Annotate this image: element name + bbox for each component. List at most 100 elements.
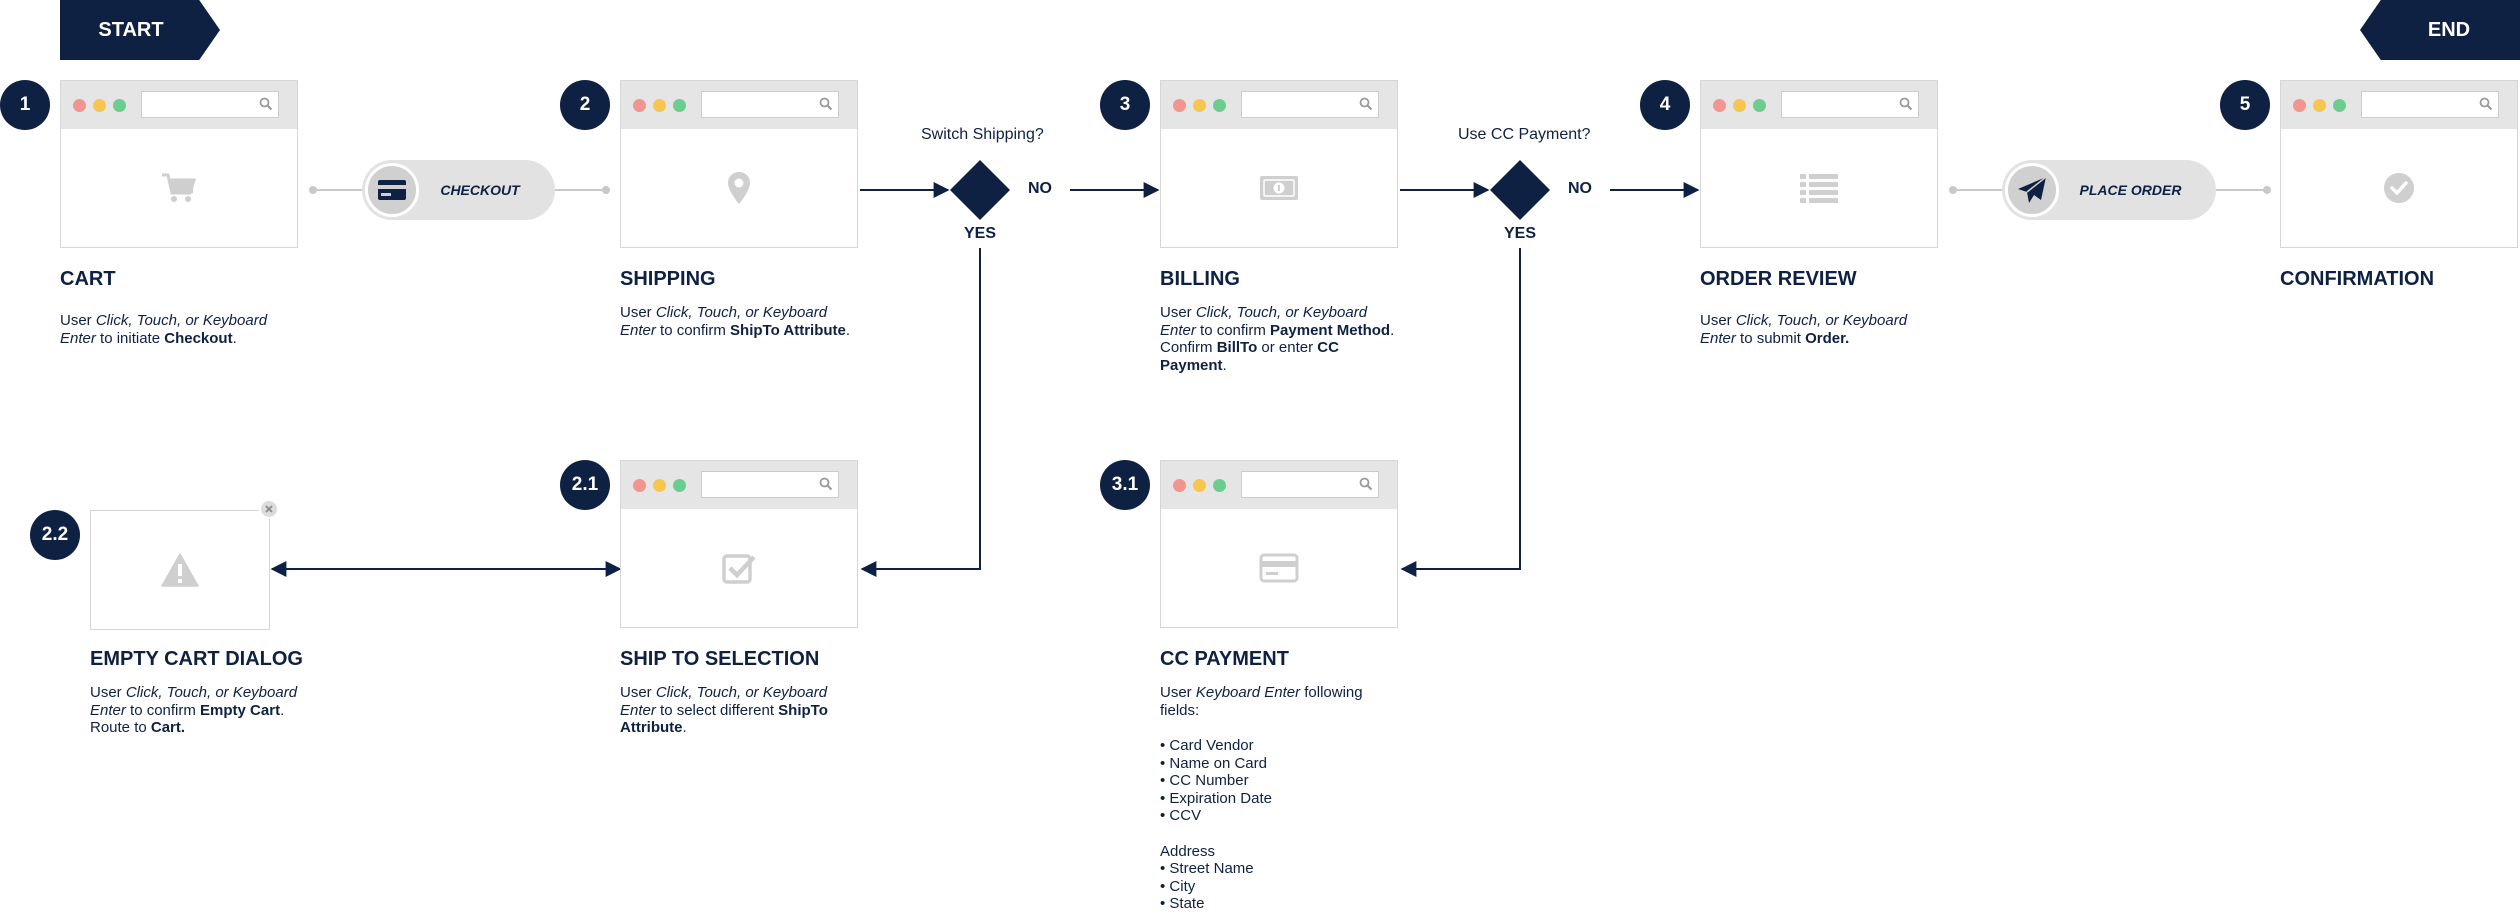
search-box xyxy=(141,91,279,118)
search-icon xyxy=(1359,97,1373,111)
search-icon xyxy=(819,477,833,491)
list-item: • Expiration Date xyxy=(1160,789,1272,807)
empty-cart-dialog-window xyxy=(90,510,270,630)
search-icon xyxy=(819,97,833,111)
minimize-dot xyxy=(1193,479,1206,492)
search-icon xyxy=(1899,97,1913,111)
paper-plane-icon xyxy=(2018,176,2047,203)
credit-card-icon-wrap xyxy=(365,163,419,217)
list-item: • CCV xyxy=(1160,807,1202,824)
start-label: START xyxy=(98,18,164,41)
location-pin-icon xyxy=(728,172,750,204)
paper-plane-icon-wrap xyxy=(2005,163,2059,217)
list-item: • City xyxy=(1160,877,1196,895)
shipping-window xyxy=(620,80,858,248)
browser-bar xyxy=(621,461,857,509)
step-badge-2: 2 xyxy=(560,80,610,130)
step-title-cart: CART xyxy=(60,268,116,290)
browser-bar xyxy=(621,81,857,129)
browser-bar xyxy=(1161,81,1397,129)
cart-description: User Click, Touch, or Keyboard Enter to … xyxy=(60,312,268,347)
warning-icon xyxy=(161,553,199,587)
search-box xyxy=(701,91,839,118)
minimize-dot xyxy=(2313,99,2326,112)
cc-payment-window xyxy=(1160,460,1398,628)
step-title-confirmation: CONFIRMATION xyxy=(2280,268,2435,290)
billing-description: User Click, Touch, or Keyboard Enter to … xyxy=(1160,304,1395,374)
search-icon xyxy=(2479,97,2493,111)
step-title-billing: BILLING xyxy=(1160,268,1240,290)
step-title-shipping: SHIPPING xyxy=(620,268,716,290)
minimize-dot xyxy=(1733,99,1746,112)
cart-window xyxy=(60,80,298,248)
step-title-order-review: ORDER REVIEW xyxy=(1700,268,1857,290)
search-box xyxy=(2361,91,2499,118)
use-cc-question: Use CC Payment? xyxy=(1458,126,1591,143)
checkbox-icon xyxy=(722,554,756,584)
cc-fields-list: • Card Vendor • Name on Card • CC Number… xyxy=(1160,737,1400,825)
browser-bar xyxy=(2281,81,2517,129)
step-title-ship-to-selection: SHIP TO SELECTION xyxy=(620,648,820,670)
billing-window xyxy=(1160,80,1398,248)
close-dot xyxy=(1713,99,1726,112)
close-dot xyxy=(2293,99,2306,112)
close-icon[interactable] xyxy=(259,499,279,519)
search-box xyxy=(1241,91,1379,118)
empty-cart-description: User Click, Touch, or Keyboard Enter to … xyxy=(90,684,298,736)
minimize-dot xyxy=(653,479,666,492)
step-badge-4: 4 xyxy=(1640,80,1690,130)
place-order-action: PLACE ORDER xyxy=(2002,160,2216,220)
minimize-dot xyxy=(653,99,666,112)
list-item: • CC Number xyxy=(1160,772,1249,789)
arrow-yes-to-ship-selection xyxy=(860,248,981,577)
close-dot xyxy=(633,479,646,492)
maximize-dot xyxy=(113,99,126,112)
list-item: • Card Vendor xyxy=(1160,737,1254,754)
start-flag: START xyxy=(60,0,220,60)
address-fields-list: • Street Name • City • State xyxy=(1160,860,1400,913)
browser-bar xyxy=(61,81,297,129)
money-icon xyxy=(1260,176,1298,200)
list-item: • State xyxy=(1160,895,1205,912)
end-flag: END xyxy=(2360,0,2520,60)
use-cc-yes: YES xyxy=(1504,225,1537,242)
shipping-description: User Click, Touch, or Keyboard Enter to … xyxy=(620,304,851,339)
step-badge-5: 5 xyxy=(2220,80,2270,130)
list-item: • Street Name xyxy=(1160,860,1254,877)
switch-shipping-question: Switch Shipping? xyxy=(921,126,1044,143)
search-box xyxy=(1241,471,1379,498)
maximize-dot xyxy=(1213,99,1226,112)
cart-icon xyxy=(162,173,197,202)
step-badge-3-1: 3.1 xyxy=(1100,460,1150,510)
step-badge-1: 1 xyxy=(0,80,50,130)
search-box xyxy=(1781,91,1919,118)
browser-bar xyxy=(1701,81,1937,129)
switch-shipping-no: NO xyxy=(1028,180,1052,197)
check-circle-icon xyxy=(2384,173,2414,203)
list-item: • Name on Card xyxy=(1160,754,1267,772)
address-heading: Address xyxy=(1160,842,1216,860)
cc-payment-intro: User Keyboard Enter following fields: xyxy=(1160,684,1363,719)
ship-to-selection-description: User Click, Touch, or Keyboard Enter to … xyxy=(620,684,828,736)
cc-payment-description: User Keyboard Enter following fields: • … xyxy=(1160,684,1400,913)
order-review-window xyxy=(1700,80,1938,248)
step-badge-3: 3 xyxy=(1100,80,1150,130)
use-cc-no: NO xyxy=(1568,180,1592,197)
minimize-dot xyxy=(1193,99,1206,112)
minimize-dot xyxy=(93,99,106,112)
step-title-empty-cart: EMPTY CART DIALOG xyxy=(90,648,303,670)
credit-card-icon xyxy=(378,180,406,200)
close-dot xyxy=(1173,99,1186,112)
step-badge-2-2: 2.2 xyxy=(30,510,80,560)
switch-shipping-yes: YES xyxy=(964,225,997,242)
decision-switch-shipping xyxy=(950,160,1010,220)
step-title-cc-payment: CC PAYMENT xyxy=(1160,648,1289,670)
arrow-yes-to-cc-payment xyxy=(1400,248,1521,577)
place-order-label: PLACE ORDER xyxy=(2079,182,2182,198)
search-icon xyxy=(1359,477,1373,491)
checkout-label: CHECKOUT xyxy=(440,182,520,198)
maximize-dot xyxy=(673,99,686,112)
ship-to-selection-window xyxy=(620,460,858,628)
maximize-dot xyxy=(1753,99,1766,112)
close-dot xyxy=(1173,479,1186,492)
